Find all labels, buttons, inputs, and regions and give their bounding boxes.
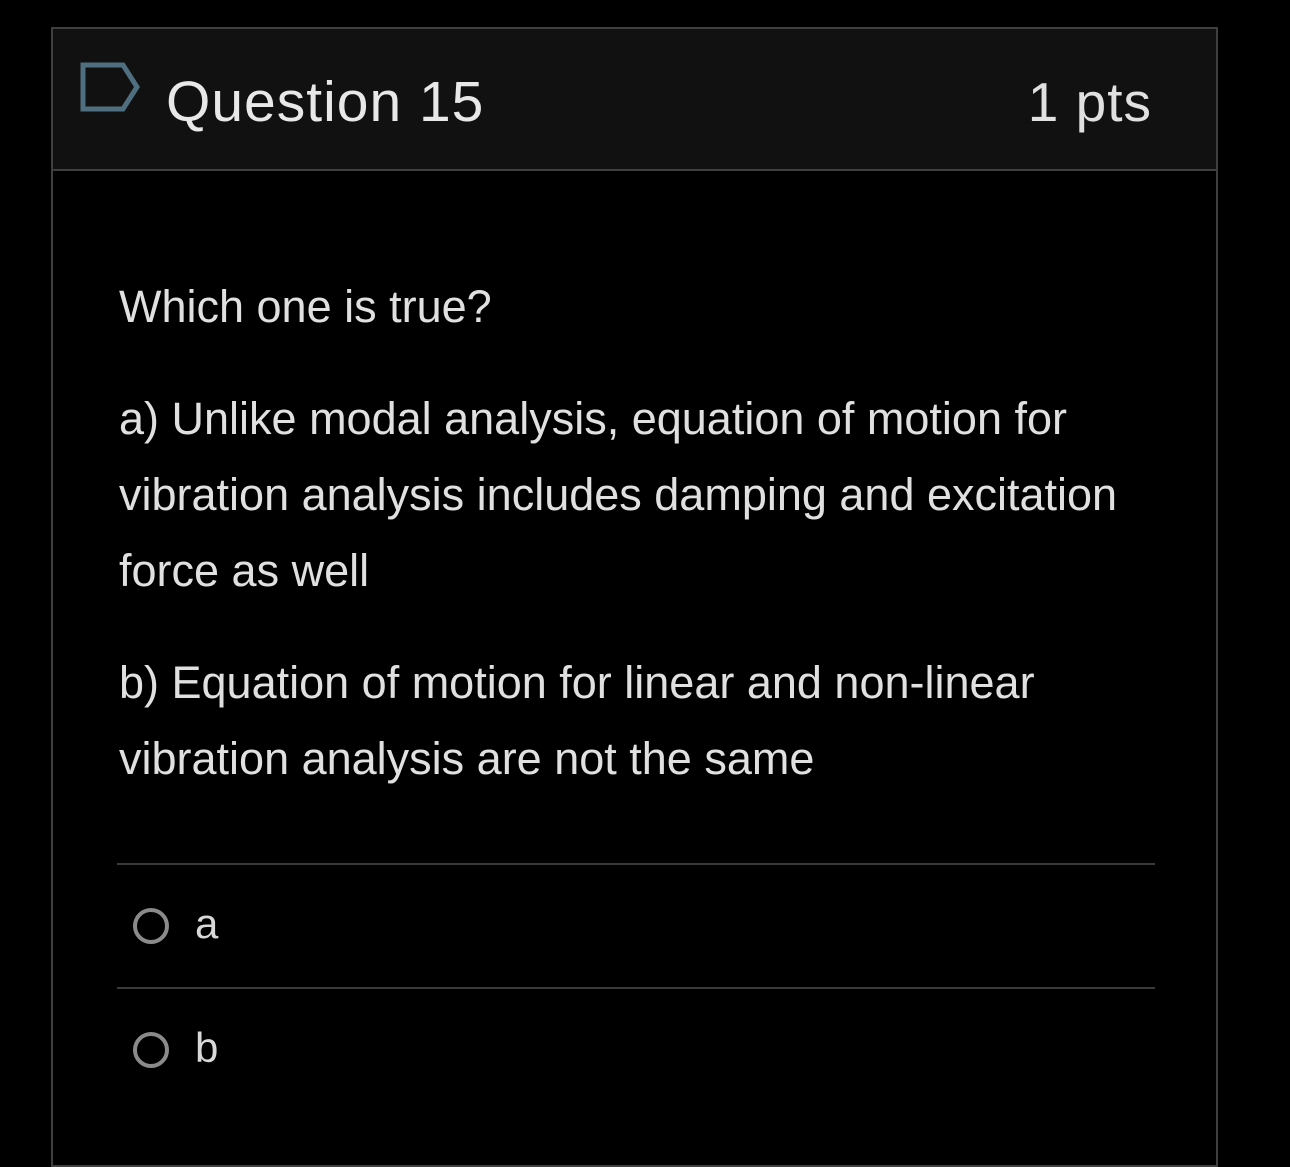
answer-label-a[interactable]: a <box>195 897 218 951</box>
radio-button-b[interactable] <box>133 1032 169 1068</box>
answer-option-b[interactable]: b <box>117 987 1155 1111</box>
answer-label-b[interactable]: b <box>195 1021 218 1075</box>
radio-button-a[interactable] <box>133 908 169 944</box>
question-prompt: Which one is true? <box>119 281 492 332</box>
answer-list: a b <box>117 863 1155 1111</box>
question-header: Question 15 1 pts <box>53 29 1216 171</box>
question-body: Which one is true? a) Unlike modal analy… <box>119 269 1159 797</box>
flag-outline-icon[interactable] <box>79 61 141 113</box>
statement-a: a) Unlike modal analysis, equation of mo… <box>119 393 1118 596</box>
question-title: Question 15 <box>166 70 485 134</box>
answer-option-a[interactable]: a <box>117 863 1155 987</box>
statement-b: b) Equation of motion for linear and non… <box>119 657 1035 784</box>
question-points: 1 pts <box>1027 71 1152 133</box>
question-card: Question 15 1 pts Which one is true? a) … <box>51 27 1218 1167</box>
